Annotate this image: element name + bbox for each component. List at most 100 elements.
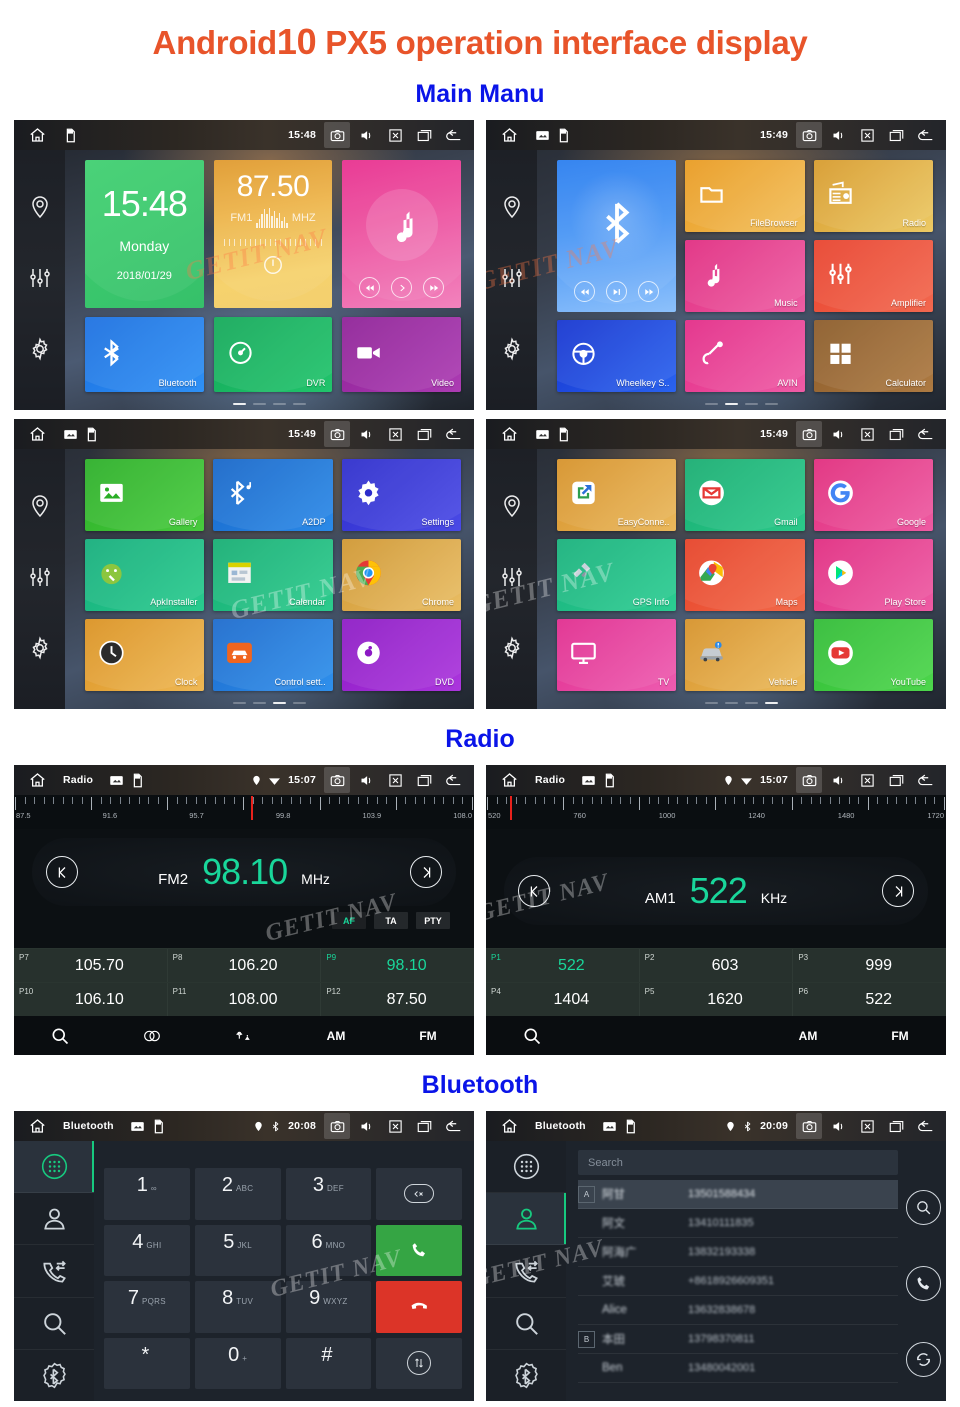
back-icon[interactable]	[440, 767, 466, 793]
contact-row[interactable]: B 本田 13798370811	[578, 1325, 898, 1354]
bt-tab-contacts[interactable]	[486, 1193, 566, 1246]
home-icon[interactable]	[500, 1117, 519, 1135]
location-pin-icon[interactable]	[500, 195, 524, 219]
tile-filebrowser[interactable]: FileBrowser	[685, 160, 805, 232]
home-icon[interactable]	[500, 126, 519, 144]
recents-icon[interactable]	[411, 122, 437, 148]
back-icon[interactable]	[912, 122, 938, 148]
camera-icon[interactable]	[796, 421, 822, 447]
tile-youtube[interactable]: YouTube	[813, 619, 933, 691]
preset-cell[interactable]: P12 87.50	[321, 983, 474, 1016]
recents-icon[interactable]	[883, 421, 909, 447]
settings-gear-icon[interactable]	[28, 336, 52, 361]
close-icon[interactable]	[854, 1113, 880, 1139]
bt-tab-dialpad[interactable]	[14, 1141, 94, 1194]
key-9[interactable]: 9 WXYZ	[285, 1281, 372, 1333]
location-pin-icon[interactable]	[28, 195, 52, 219]
key-1[interactable]: 1 ∞	[104, 1168, 190, 1220]
settings-gear-icon[interactable]	[500, 336, 524, 361]
tile-calculator[interactable]: Calculator	[813, 320, 933, 392]
tile-apkinstaller[interactable]: ApkInstaller	[85, 539, 205, 611]
preset-cell[interactable]: P6 522	[793, 983, 946, 1016]
back-icon[interactable]	[440, 1113, 466, 1139]
key-2[interactable]: 2 ABC	[194, 1168, 281, 1220]
bt-tab-settings[interactable]	[14, 1350, 94, 1401]
tile-radio[interactable]: Radio	[813, 160, 933, 232]
tile-vehicle[interactable]: Vehicle	[685, 619, 805, 691]
equalizer-icon[interactable]	[500, 266, 524, 290]
recents-icon[interactable]	[883, 1113, 909, 1139]
settings-gear-icon[interactable]	[500, 635, 524, 660]
tile-google[interactable]: Google	[813, 459, 933, 531]
bt-tab-call-history[interactable]	[486, 1245, 566, 1298]
tile-chrome[interactable]: Chrome	[341, 539, 461, 611]
preset-cell[interactable]: P11 108.00	[167, 983, 322, 1016]
back-icon[interactable]	[440, 122, 466, 148]
tile-gallery[interactable]: Gallery	[85, 459, 205, 531]
fm-button[interactable]: FM	[854, 1029, 946, 1043]
tile-dvr[interactable]: DVR	[213, 317, 333, 392]
close-icon[interactable]	[382, 767, 408, 793]
home-icon[interactable]	[28, 1117, 47, 1135]
preset-cell-active[interactable]: P9 98.10	[321, 949, 474, 982]
key-4[interactable]: 4 GHI	[104, 1224, 190, 1276]
tile-wheelkey[interactable]: Wheelkey S..	[557, 320, 677, 392]
bt-tab-search[interactable]	[14, 1298, 94, 1350]
next-button[interactable]	[638, 281, 660, 302]
tile-tv[interactable]: TV	[557, 619, 677, 691]
audio-transfer-button[interactable]	[376, 1337, 462, 1389]
contact-row[interactable]: 艾琥 +8618926609351	[578, 1267, 898, 1296]
volume-icon[interactable]	[825, 1113, 851, 1139]
prev-button[interactable]	[574, 281, 596, 302]
back-icon[interactable]	[912, 1113, 938, 1139]
am-button[interactable]: AM	[762, 1029, 854, 1043]
tile-video[interactable]: Video	[342, 317, 461, 392]
tile-dvd[interactable]: DVD	[341, 619, 461, 691]
home-icon[interactable]	[28, 126, 47, 144]
recents-icon[interactable]	[411, 1113, 437, 1139]
preset-cell[interactable]: P5 1620	[639, 983, 794, 1016]
play-pause-button[interactable]	[606, 281, 628, 302]
clock-widget[interactable]: 15:48 Monday 2018/01/29	[85, 160, 204, 309]
bluetooth-widget[interactable]	[557, 160, 677, 312]
camera-icon[interactable]	[796, 1113, 822, 1139]
bt-tab-settings[interactable]	[486, 1350, 566, 1401]
settings-gear-icon[interactable]	[28, 635, 52, 660]
tile-settings[interactable]: Settings	[341, 459, 461, 531]
key-5[interactable]: 5 JKL	[194, 1224, 281, 1276]
music-widget[interactable]	[342, 160, 461, 309]
tile-maps[interactable]: Maps	[685, 539, 805, 611]
camera-icon[interactable]	[796, 767, 822, 793]
camera-icon[interactable]	[796, 122, 822, 148]
preset-cell-active[interactable]: P1 522	[486, 949, 640, 982]
key-hash[interactable]: #	[285, 1337, 372, 1389]
stereo-button[interactable]	[106, 1026, 198, 1046]
equalizer-icon[interactable]	[28, 266, 52, 290]
home-icon[interactable]	[500, 771, 519, 789]
bt-tab-contacts[interactable]	[14, 1193, 94, 1246]
tile-avin[interactable]: AVIN	[685, 320, 805, 392]
volume-icon[interactable]	[353, 767, 379, 793]
contact-row[interactable]: 阿海广 13832193338	[578, 1238, 898, 1267]
bt-tab-call-history[interactable]	[14, 1245, 94, 1298]
key-star[interactable]: *	[104, 1337, 190, 1389]
key-6[interactable]: 6 MNO	[285, 1224, 372, 1276]
volume-icon[interactable]	[825, 767, 851, 793]
volume-icon[interactable]	[825, 122, 851, 148]
contact-row[interactable]: Alice 13632838678	[578, 1296, 898, 1325]
tile-bluetooth[interactable]: Bluetooth	[85, 317, 204, 392]
frequency-scale[interactable]: 520 760 1000 1240 1480 1720	[486, 795, 946, 829]
home-icon[interactable]	[500, 425, 519, 443]
tile-gps-info[interactable]: GPS Info	[557, 539, 677, 611]
tile-music[interactable]: Music	[685, 240, 805, 312]
preset-cell[interactable]: P7 105.70	[14, 949, 168, 982]
camera-icon[interactable]	[324, 1113, 350, 1139]
preset-cell[interactable]: P3 999	[793, 949, 946, 982]
backspace-button[interactable]	[376, 1168, 462, 1220]
call-button[interactable]	[376, 1224, 462, 1276]
scan-button[interactable]	[486, 1026, 578, 1046]
play-button[interactable]	[391, 277, 413, 299]
contact-row[interactable]: A 阿甘 13501588434	[578, 1180, 898, 1209]
hangup-button[interactable]	[376, 1281, 462, 1333]
camera-icon[interactable]	[324, 767, 350, 793]
